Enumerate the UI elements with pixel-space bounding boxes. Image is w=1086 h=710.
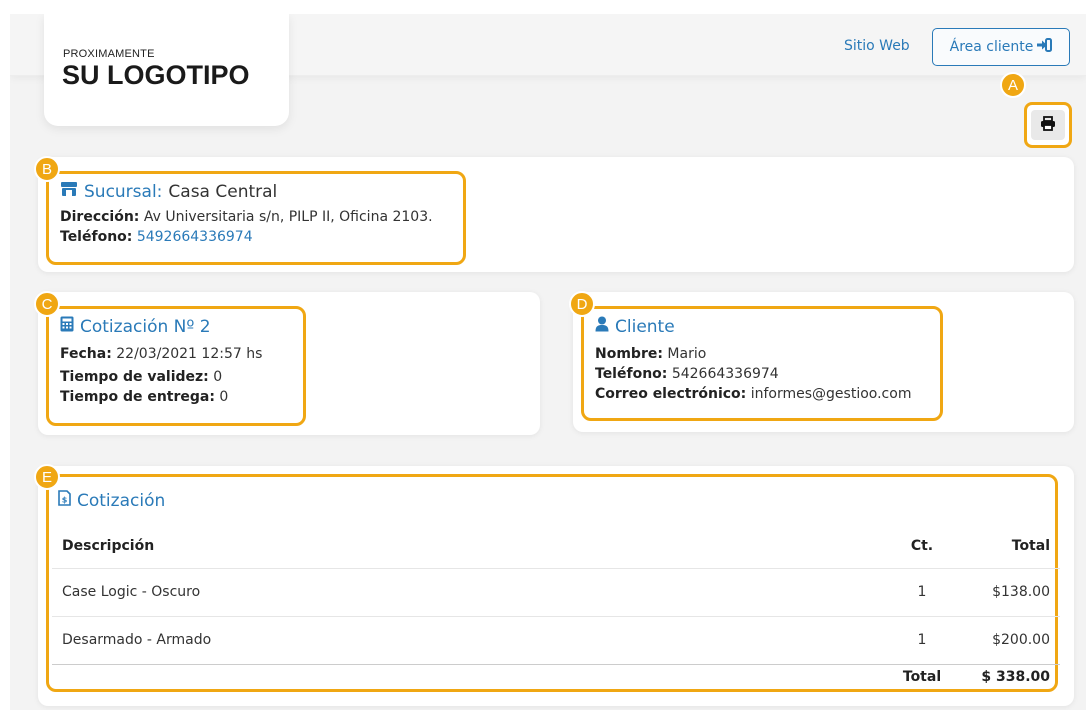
logo-text: SU LOGOTIPO <box>62 60 250 90</box>
client-name-line: Nombre: Mario <box>595 344 911 364</box>
footer-spacer <box>52 663 892 690</box>
print-button[interactable] <box>1024 102 1072 148</box>
quote-title: Cotización Nº 2 <box>60 316 262 337</box>
col-description: Descripción <box>62 537 155 554</box>
items-title-text: Cotización <box>77 490 166 511</box>
logo-card[interactable]: PROXIMAMENTE SU LOGOTIPO <box>44 14 289 126</box>
website-link[interactable]: Sitio Web <box>844 38 910 54</box>
client-title-text: Cliente <box>615 316 675 337</box>
svg-text:$: $ <box>62 496 68 505</box>
delivery-value: 0 <box>219 389 229 405</box>
print-icon <box>1040 115 1056 135</box>
col-total: Total <box>1011 537 1050 554</box>
row-description: Desarmado - Armado <box>52 615 892 664</box>
marker-d: D <box>569 291 595 317</box>
client-area-button[interactable]: Área cliente <box>932 28 1070 66</box>
table-row: Desarmado - Armado 1 $200.00 <box>52 615 1060 664</box>
branch-phone-link[interactable]: 5492664336974 <box>137 229 253 245</box>
branch-card: Sucursal: Casa Central Dirección: Av Uni… <box>38 157 1074 272</box>
client-phone-label: Teléfono: <box>595 366 668 382</box>
client-phone-value: 542664336974 <box>671 366 779 382</box>
branch-phone-line: Teléfono: 5492664336974 <box>60 227 433 247</box>
store-icon <box>60 181 78 202</box>
branch-phone-label: Teléfono: <box>60 229 133 245</box>
items-table: Descripción Ct. Total Case Logic - Oscur… <box>52 524 1060 690</box>
row-total: $200.00 <box>952 615 1060 664</box>
row-qty: 1 <box>892 615 952 664</box>
date-label: Fecha: <box>60 346 112 362</box>
footer-total-label: Total <box>892 663 952 690</box>
delivery-line: Tiempo de entrega: 0 <box>60 387 262 407</box>
validity-label: Tiempo de validez: <box>60 369 209 385</box>
table-header: Descripción Ct. Total <box>52 524 1060 568</box>
delivery-label: Tiempo de entrega: <box>60 389 215 405</box>
table-footer: Total $ 338.00 <box>52 663 1060 690</box>
marker-a: A <box>1000 72 1026 98</box>
client-title: Cliente <box>595 316 911 337</box>
address-label: Dirección: <box>60 209 140 225</box>
client-area-label: Área cliente <box>949 39 1034 55</box>
items-card: $ Cotización Descripción Ct. Total Case … <box>38 466 1074 706</box>
address-value: Av Universitaria s/n, PILP II, Oficina 2… <box>143 209 433 225</box>
branch-address-line: Dirección: Av Universitaria s/n, PILP II… <box>60 207 433 227</box>
footer-total-value: $ 338.00 <box>952 663 1060 690</box>
validity-value: 0 <box>213 369 223 385</box>
client-phone-line: Teléfono: 542664336974 <box>595 364 911 384</box>
quote-info-card: Cotización Nº 2 Fecha: 22/03/2021 12:57 … <box>38 292 540 435</box>
page: PROXIMAMENTE SU LOGOTIPO Sitio Web Área … <box>10 14 1086 710</box>
branch-name: Casa Central <box>168 181 278 202</box>
marker-c: C <box>34 291 60 317</box>
logo-small-text: PROXIMAMENTE <box>63 48 155 60</box>
marker-e: E <box>34 464 60 490</box>
invoice-icon: $ <box>58 490 71 511</box>
branch-label: Sucursal: <box>84 181 163 202</box>
client-email-value: informes@gestioo.com <box>750 386 912 402</box>
client-name-label: Nombre: <box>595 346 663 362</box>
user-icon <box>595 316 609 337</box>
row-description: Case Logic - Oscuro <box>52 567 892 616</box>
client-name-value: Mario <box>667 346 707 362</box>
sign-in-icon <box>1037 38 1053 56</box>
client-email-label: Correo electrónico: <box>595 386 747 402</box>
validity-line: Tiempo de validez: 0 <box>60 367 262 387</box>
row-qty: 1 <box>892 567 952 616</box>
marker-b: B <box>34 156 60 182</box>
calculator-icon <box>60 316 74 337</box>
row-total: $138.00 <box>952 567 1060 616</box>
client-card: Cliente Nombre: Mario Teléfono: 54266433… <box>573 292 1074 432</box>
table-row: Case Logic - Oscuro 1 $138.00 <box>52 567 1060 616</box>
quote-title-text: Cotización Nº 2 <box>80 316 211 337</box>
date-value: 22/03/2021 12:57 hs <box>116 346 263 362</box>
branch-title: Sucursal: Casa Central <box>60 181 433 202</box>
col-qty: Ct. <box>910 537 934 554</box>
items-title: $ Cotización <box>58 490 165 511</box>
client-email-line: Correo electrónico: informes@gestioo.com <box>595 384 911 404</box>
quote-date-line: Fecha: 22/03/2021 12:57 hs <box>60 344 262 364</box>
